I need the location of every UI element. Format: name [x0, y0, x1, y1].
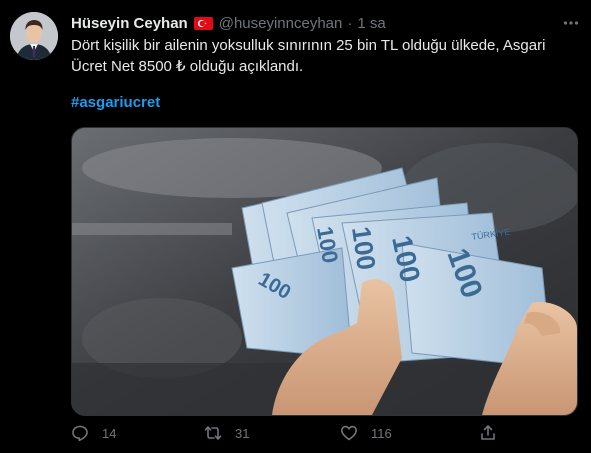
- banknote-value: 100: [346, 225, 382, 272]
- reply-count: 14: [102, 425, 117, 441]
- reply-icon: [71, 424, 89, 442]
- tweet-text-line: Ücret Net 8500 ₺ olduğu açıklandı.: [71, 58, 304, 75]
- turkey-flag-icon: [193, 16, 213, 30]
- share-icon: [479, 424, 497, 442]
- retweet-icon: [204, 424, 222, 442]
- reply-button[interactable]: 14: [71, 424, 116, 442]
- tweet-header: Hüseyin Ceyhan @huseyinnceyhan · 1 sa: [71, 14, 386, 32]
- tweet-text-line: Dört kişilik bir ailenin yoksulluk sınır…: [71, 37, 546, 54]
- tweet-media-image[interactable]: 100 100 100 100 100 TÜRKİYE: [71, 127, 578, 416]
- banknotes-photo: 100 100 100 100 100 TÜRKİYE: [72, 128, 577, 415]
- avatar[interactable]: [10, 12, 58, 60]
- separator-dot: ·: [347, 14, 353, 32]
- tweet-actions: 14 31 116: [71, 424, 501, 448]
- heart-icon: [340, 424, 358, 442]
- retweet-count: 31: [235, 425, 250, 441]
- retweet-button[interactable]: 31: [204, 424, 249, 442]
- more-options-icon[interactable]: [560, 12, 582, 34]
- display-name[interactable]: Hüseyin Ceyhan: [71, 15, 188, 32]
- timestamp[interactable]: 1 sa: [357, 15, 385, 32]
- share-button[interactable]: [479, 424, 497, 442]
- hashtag-link[interactable]: #asgariucret: [71, 94, 160, 111]
- tweet-text: Dört kişilik bir ailenin yoksulluk sınır…: [71, 35, 571, 77]
- like-button[interactable]: 116: [340, 424, 392, 442]
- user-handle[interactable]: @huseyinnceyhan: [219, 15, 343, 32]
- like-count: 116: [371, 425, 392, 441]
- tweet[interactable]: Hüseyin Ceyhan @huseyinnceyhan · 1 sa Dö…: [0, 0, 591, 453]
